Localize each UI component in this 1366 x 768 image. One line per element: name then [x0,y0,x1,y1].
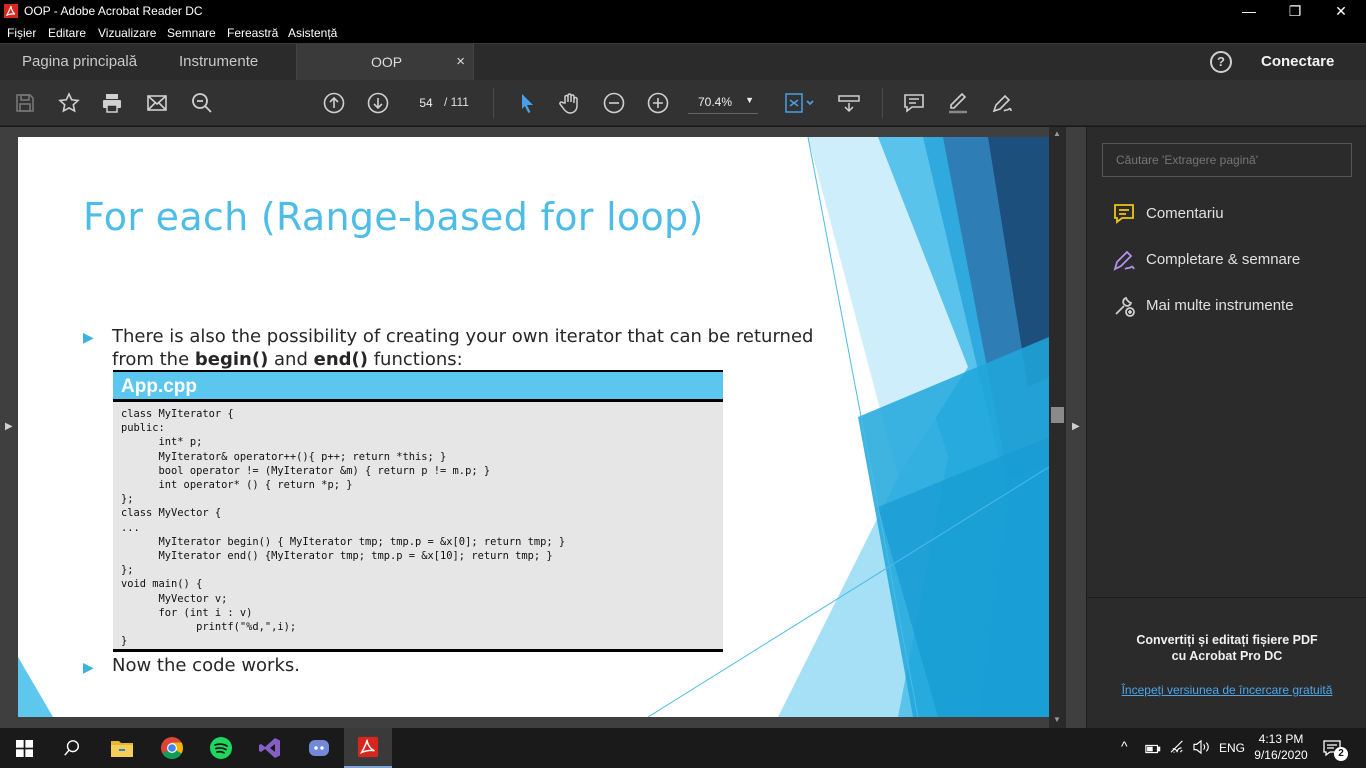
code-block: class MyIterator { public: int* p; MyIte… [121,408,566,648]
bullet-arrow-icon: ▶ [83,659,94,675]
signin-button[interactable]: Conectare [1261,44,1334,81]
begin-keyword: begin() [194,349,269,370]
panel-divider [1087,597,1366,598]
tab-document-label: OOP [371,54,403,70]
discord-icon[interactable] [295,728,343,768]
hand-tool-icon[interactable] [557,90,583,116]
tools-pane: Comentariu Completare & semnare Mai mult… [1086,127,1366,728]
title-bar: OOP - Adobe Acrobat Reader DC — ❐ ✕ [0,0,1366,23]
comment-icon[interactable] [901,90,927,116]
tools-search-input[interactable] [1102,143,1352,177]
spotify-icon[interactable] [197,728,245,768]
bookmark-star-icon[interactable] [56,90,82,116]
tab-home[interactable]: Pagina principală [22,44,137,81]
code-listing: App.cpp class MyIterator { public: int* … [113,370,723,652]
free-trial-link[interactable]: Începeți versiunea de încercare gratuită [1087,683,1366,697]
menu-help[interactable]: Asistență [288,26,337,40]
tool-comment-label: Comentariu [1146,205,1224,222]
save-icon[interactable] [12,90,38,116]
file-explorer-icon[interactable] [98,728,146,768]
fit-page-icon[interactable] [781,90,817,116]
zoom-in-icon[interactable] [645,90,671,116]
tray-overflow-icon[interactable]: ^ [1121,738,1128,754]
tab-tools[interactable]: Instrumente [179,44,258,81]
zoom-out-icon[interactable] [601,90,627,116]
select-cursor-icon[interactable] [514,90,540,116]
previous-page-icon[interactable] [321,90,347,116]
chevron-down-icon: ▼ [745,95,754,105]
code-listing-header: App.cpp [113,372,723,402]
clock-date: 9/16/2020 [1254,748,1308,762]
end-keyword: end() [313,349,368,370]
print-icon[interactable] [99,90,125,116]
menu-view[interactable]: Vizualizare [98,26,156,40]
toolbar-separator [882,88,883,118]
vertical-scrollbar[interactable]: ▲ ▼ [1049,127,1066,728]
bullet-1-line-2: from the begin() and end() functions: [112,349,463,370]
acrobat-taskbar-icon[interactable] [344,728,392,768]
menu-window[interactable]: Fereastră [227,26,278,40]
highlight-pen-icon[interactable] [945,90,971,116]
scrollbar-thumb[interactable] [1051,407,1064,423]
scroll-down-icon[interactable]: ▼ [1053,715,1061,724]
page-number-input[interactable] [410,92,442,114]
search-icon[interactable] [189,90,215,116]
acrobat-logo-icon [4,4,18,18]
chrome-icon[interactable] [148,728,196,768]
comment-tool-icon [1114,204,1134,224]
tool-fill-sign[interactable]: Completare & semnare [1112,246,1352,276]
visual-studio-icon[interactable] [246,728,294,768]
clock-time: 4:13 PM [1258,732,1304,746]
close-window-button[interactable]: ✕ [1318,0,1364,23]
sign-pen-icon[interactable] [989,90,1015,116]
menu-bar: Fișier Editare Vizualizare Semnare Ferea… [0,23,1366,43]
clock[interactable]: 4:13 PM 9/16/2020 [1253,732,1309,762]
left-pane-toggle-icon[interactable]: ▶ [5,421,13,432]
taskbar: ^ ENG 4:13 PM 9/16/2020 2 [0,728,1366,768]
toolbar: / 111 70.4% ▼ [0,80,1366,126]
zoom-select[interactable]: 70.4% ▼ [688,92,758,114]
tab-bar: Pagina principală Instrumente OOP × ? Co… [0,43,1366,81]
scroll-mode-icon[interactable] [836,90,862,116]
minimize-button[interactable]: — [1226,0,1272,23]
start-button[interactable] [0,728,48,768]
bullet-arrow-icon: ▶ [83,329,94,345]
tool-more-tools-label: Mai multe instrumente [1146,297,1294,314]
menu-file[interactable]: Fișier [7,26,36,40]
tool-comment[interactable]: Comentariu [1112,200,1352,230]
help-icon[interactable]: ? [1210,51,1232,73]
menu-sign[interactable]: Semnare [167,26,216,40]
tab-document[interactable]: OOP × [296,44,474,81]
action-center-icon[interactable]: 2 [1322,738,1348,761]
scroll-up-icon[interactable]: ▲ [1053,129,1061,138]
page-total: / 111 [444,95,469,109]
bullet-text-2: Now the code works. [112,655,300,676]
tool-more-tools[interactable]: Mai multe instrumente [1112,292,1352,322]
battery-icon[interactable] [1145,742,1161,760]
notification-badge: 2 [1334,747,1348,761]
more-tools-icon [1115,296,1135,317]
email-icon[interactable] [144,90,170,116]
menu-edit[interactable]: Editare [48,26,86,40]
document-viewer[interactable]: ▶ For each (Range-based for loop) ▶ Ther… [0,127,1086,728]
taskbar-search-icon[interactable] [48,728,96,768]
pdf-page: For each (Range-based for loop) ▶ There … [18,137,1049,717]
zoom-value: 70.4% [698,95,733,109]
fill-sign-tool-icon [1113,250,1135,271]
slide-title: For each (Range-based for loop) [83,195,704,239]
language-indicator[interactable]: ENG [1219,741,1245,755]
right-pane-toggle-icon[interactable]: ▶ [1072,421,1080,432]
window-title: OOP - Adobe Acrobat Reader DC [24,4,203,18]
bullet-1-line-1: There is also the possibility of creatin… [112,326,814,347]
windows-logo-icon [15,739,33,757]
wifi-icon[interactable] [1170,740,1186,759]
promo-text: Convertiți și editați fișiere PDF cu Acr… [1136,633,1318,663]
next-page-icon[interactable] [365,90,391,116]
bullet-text-1: There is also the possibility of creatin… [112,325,813,371]
tool-fill-sign-label: Completare & semnare [1146,251,1301,268]
toolbar-separator [493,88,494,118]
volume-icon[interactable] [1192,739,1210,759]
close-tab-icon[interactable]: × [456,44,465,80]
restore-button[interactable]: ❐ [1272,0,1318,23]
